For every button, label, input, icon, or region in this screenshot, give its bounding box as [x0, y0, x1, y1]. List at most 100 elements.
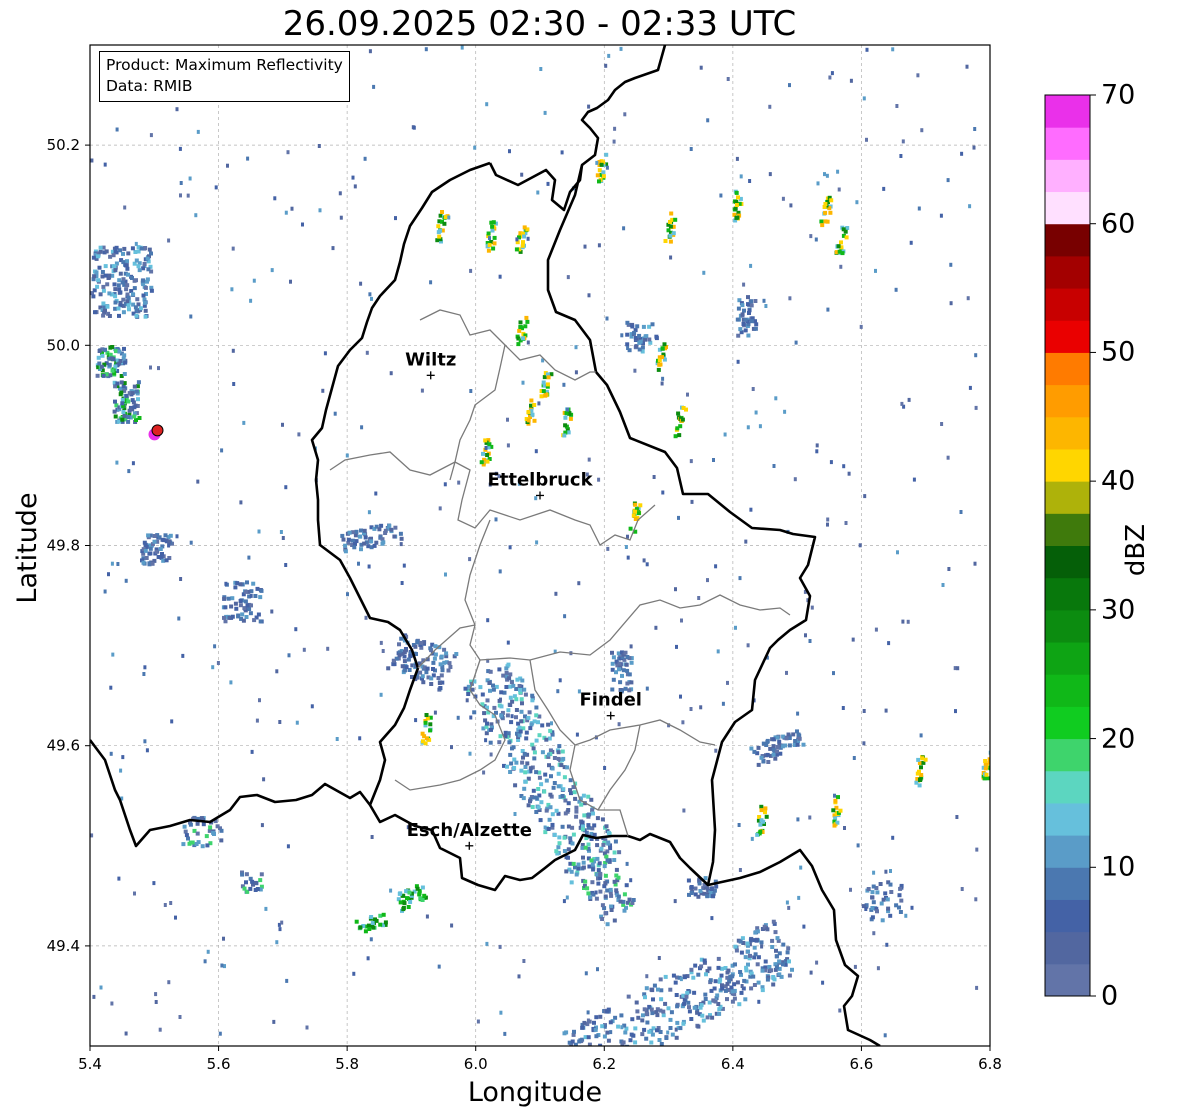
- echo-pixel: [122, 346, 126, 351]
- echo-pixel: [786, 946, 791, 951]
- echo-pixel: [444, 651, 449, 656]
- echo-pixel: [748, 953, 752, 958]
- echo-pixel: [774, 965, 779, 970]
- echo-pixel: [671, 973, 676, 978]
- echo-pixel: [136, 264, 141, 269]
- echo-pixel: [367, 927, 372, 931]
- echo-pixel: [785, 670, 788, 675]
- echo-pixel: [550, 822, 555, 827]
- echo-pixel: [610, 650, 614, 655]
- echo-pixel: [424, 670, 429, 675]
- echo-pixel: [791, 732, 796, 737]
- echo-pixel: [763, 959, 768, 964]
- echo-pixel: [517, 725, 522, 730]
- echo-pixel: [97, 361, 102, 366]
- echo-pixel: [486, 618, 490, 623]
- echo-pixel: [534, 713, 539, 718]
- echo-pixel: [157, 366, 160, 371]
- echo-pixel: [638, 1054, 642, 1058]
- echo-pixel: [569, 880, 574, 885]
- echo-pixel: [127, 307, 131, 312]
- echo-pixel: [605, 1074, 609, 1078]
- echo-pixel: [668, 987, 673, 992]
- echo-pixel: [446, 668, 451, 673]
- echo-pixel: [548, 792, 553, 797]
- echo-pixel: [525, 319, 530, 324]
- echo-pixel: [294, 627, 298, 632]
- echo-pixel: [175, 534, 179, 539]
- echo-pixel: [589, 858, 594, 863]
- echo-pixel: [245, 580, 249, 585]
- echo-pixel: [522, 751, 527, 756]
- echo-pixel: [885, 897, 890, 902]
- echo-pixel: [579, 1048, 583, 1052]
- echo-pixel: [572, 790, 577, 795]
- echo-pixel: [733, 944, 738, 949]
- echo-pixel: [941, 583, 945, 587]
- echo-pixel: [353, 184, 357, 189]
- colorbar-segment: [1045, 609, 1090, 643]
- echo-pixel: [270, 268, 274, 273]
- echo-pixel: [255, 718, 259, 723]
- echo-pixel: [865, 137, 868, 142]
- echo-pixel: [883, 1033, 887, 1038]
- echo-pixel: [133, 891, 136, 896]
- echo-pixel: [602, 864, 607, 869]
- echo-pixel: [641, 324, 646, 329]
- echo-pixel: [897, 893, 902, 898]
- echo-pixel: [252, 278, 256, 283]
- echo-pixel: [618, 1062, 622, 1066]
- echo-pixel: [134, 418, 138, 422]
- echo-pixel: [419, 640, 424, 645]
- echo-pixel: [238, 599, 243, 603]
- echo-pixel: [681, 1021, 686, 1026]
- echo-pixel: [947, 567, 951, 571]
- echo-pixel: [302, 647, 306, 652]
- echo-pixel: [398, 891, 403, 896]
- echo-pixel: [774, 396, 778, 401]
- echo-pixel: [101, 284, 106, 289]
- echo-pixel: [125, 259, 129, 264]
- echo-pixel: [624, 545, 628, 549]
- echo-pixel: [489, 752, 493, 757]
- echo-pixel: [491, 683, 495, 688]
- echo-pixel: [793, 739, 798, 743]
- echo-pixel: [126, 272, 130, 277]
- echo-pixel: [742, 308, 746, 313]
- echo-pixel: [491, 687, 496, 692]
- echo-pixel: [134, 389, 139, 394]
- echo-pixel: [141, 293, 146, 298]
- echo-pixel: [739, 990, 744, 995]
- echo-pixel: [649, 1040, 654, 1045]
- echo-pixel: [199, 816, 204, 821]
- echo-pixel: [489, 727, 493, 732]
- echo-pixel: [424, 713, 429, 717]
- echo-pixel: [660, 381, 664, 386]
- echo-pixel: [775, 735, 780, 740]
- echo-pixel: [119, 380, 124, 385]
- echo-pixel: [574, 370, 578, 375]
- echo-pixel: [753, 299, 758, 303]
- echo-pixel: [168, 533, 173, 538]
- echo-pixel: [440, 668, 445, 673]
- echo-pixel: [831, 808, 836, 813]
- echo-pixel: [725, 997, 729, 1002]
- echo-pixel: [662, 342, 667, 347]
- echo-pixel: [585, 886, 590, 891]
- echo-pixel: [660, 346, 665, 351]
- echo-pixel: [381, 912, 386, 917]
- echo-pixel: [658, 1030, 663, 1034]
- y-tick-label: 50.2: [47, 136, 80, 154]
- echo-pixel: [485, 721, 489, 726]
- echo-pixel: [987, 760, 990, 765]
- echo-pixel: [539, 800, 544, 805]
- echo-pixel: [368, 49, 372, 54]
- echo-pixel: [531, 746, 536, 751]
- echo-pixel: [636, 511, 641, 516]
- echo-pixel: [167, 543, 171, 548]
- echo-pixel: [107, 273, 112, 278]
- echo-pixel: [484, 738, 488, 743]
- echo-pixel: [809, 234, 813, 239]
- echo-pixel: [774, 948, 778, 953]
- echo-pixel: [595, 173, 600, 178]
